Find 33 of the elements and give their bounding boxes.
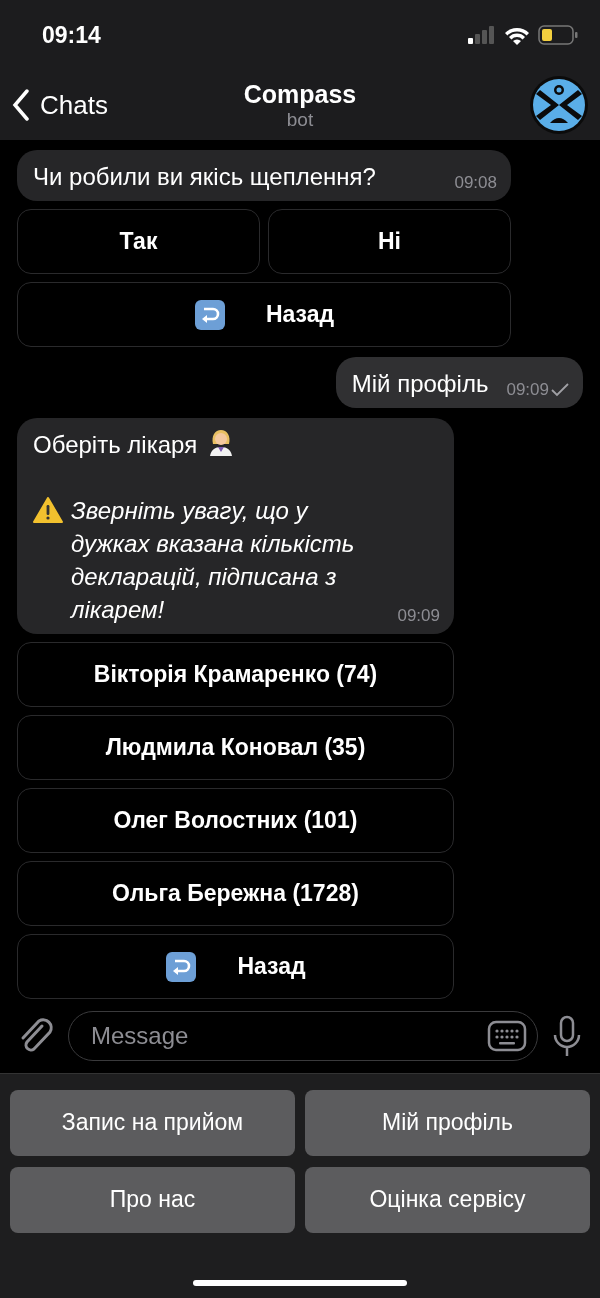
signal-icon <box>468 26 496 44</box>
message-time: 09:09 <box>506 380 549 400</box>
chat-title: Compass <box>243 79 357 109</box>
keyboard-icon[interactable] <box>487 1019 527 1052</box>
message-text: Зверніть увагу, що у дужках вказана кількість декларацій, підписана з лікарем! <box>71 496 356 625</box>
reply-keyboard-button[interactable]: Мій профіль <box>305 1089 590 1156</box>
message-text: Оберіть лікаря <box>33 430 198 460</box>
chevron-left-icon <box>12 89 30 121</box>
inline-button[interactable]: Вікторія Крамаренко (74) <box>17 642 454 707</box>
message-field[interactable]: Message <box>89 1020 487 1051</box>
chat-subtitle: bot <box>286 108 314 131</box>
reply-keyboard-button[interactable]: Оцінка сервісу <box>305 1166 590 1233</box>
inline-button[interactable]: Олег Волостних (101) <box>17 788 454 853</box>
reply-keyboard-button[interactable]: Про нас <box>10 1166 295 1233</box>
inline-button[interactable]: Ні <box>268 209 511 274</box>
inline-button[interactable]: Ольга Бережна (1728) <box>17 861 454 926</box>
inline-button[interactable]: Людмила Коновал (35) <box>17 715 454 780</box>
message-bar[interactable]: Message <box>68 1010 538 1061</box>
bot-avatar[interactable] <box>530 76 588 134</box>
message-text: Чи робили ви якісь щеплення? <box>33 162 376 192</box>
inline-button[interactable]: Так <box>17 209 260 274</box>
status-time: 09:14 <box>42 21 101 49</box>
battery-icon <box>538 25 578 45</box>
message-text: Мій профіль <box>351 369 489 399</box>
microphone-icon[interactable] <box>552 1014 582 1057</box>
message-time: 09:09 <box>397 606 440 626</box>
inline-button[interactable]: Назад <box>17 282 511 347</box>
message-time: 09:08 <box>454 173 497 193</box>
back-button[interactable]: Chats <box>12 89 172 121</box>
wifi-icon <box>504 25 530 45</box>
reply-keyboard-button[interactable]: Запис на прийом <box>10 1089 295 1156</box>
inline-button[interactable]: Назад <box>17 934 454 999</box>
warning-icon <box>33 497 63 523</box>
